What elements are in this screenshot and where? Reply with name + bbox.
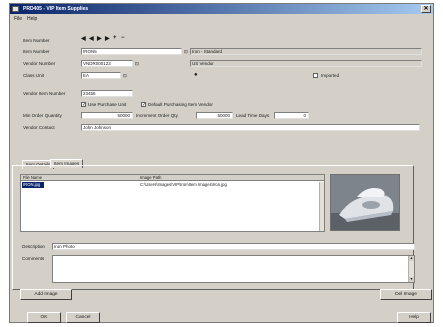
image-grid[interactable]: File Name Image Path IRON.jpg C:\Users\I… (20, 174, 325, 232)
use-purchase-unit-label: Use Purchase Unit (88, 102, 127, 107)
lead-time-field[interactable]: 0 (274, 112, 309, 119)
delete-record-icon[interactable]: − (121, 35, 125, 41)
menu-help[interactable]: Help (27, 16, 37, 22)
vendor-contact-field[interactable]: John Johnson (81, 124, 420, 131)
vendor-item-number-field[interactable]: 23456 (81, 90, 133, 97)
first-record-icon[interactable]: ◀ (81, 35, 86, 42)
add-image-button[interactable]: Add Image (20, 289, 72, 300)
navigation-label: Item Number (23, 38, 50, 43)
vendor-name-field: US Vendor (190, 60, 422, 67)
row-path-cell: C:\Users\Images\VIP\Iron\Item Images\Iro… (140, 182, 227, 187)
last-record-icon[interactable]: ▶ (105, 35, 110, 42)
vendor-number-field[interactable]: VNDR000123 (81, 60, 133, 67)
vendor-lookup-icon[interactable]: ⊡ (135, 61, 139, 67)
iron-image-icon (331, 175, 399, 230)
vendor-item-number-label: Vendor Item Number (23, 91, 66, 96)
delete-image-button[interactable]: Del Image (380, 289, 432, 300)
next-record-icon[interactable]: ▶ (97, 35, 102, 42)
class-lookup-icon[interactable]: ⊡ (123, 73, 127, 79)
comments-scrollbar[interactable]: ▲ ▼ (408, 256, 414, 282)
help-dot-icon: ● (194, 72, 198, 78)
comments-field[interactable]: ▲ ▼ (52, 255, 415, 283)
class-unit-label: Class Unit (23, 73, 44, 78)
title-bar: PRD405 - VIP Item Supplies ✕ (10, 4, 433, 14)
increment-qty-label: Increment Order Qty (136, 113, 178, 118)
item-description-field: Iron - Standard (190, 48, 422, 55)
min-order-qty-label: Min Order Quantity (23, 113, 62, 118)
menu-file[interactable]: File (14, 16, 22, 22)
table-row[interactable]: IRON.jpg C:\Users\Images\VIP\Iron\Item I… (21, 182, 324, 188)
increment-qty-field[interactable]: 50000 (196, 112, 233, 119)
scroll-down-icon[interactable]: ▼ (409, 277, 414, 282)
help-button[interactable]: Help (397, 312, 431, 323)
prev-record-icon[interactable]: ◀ (89, 35, 94, 42)
close-button[interactable]: ✕ (421, 5, 431, 13)
lead-time-label: Lead Time Days (236, 113, 270, 118)
description-label: Description (22, 244, 45, 249)
add-record-icon[interactable]: + (113, 35, 117, 41)
default-purchasing-label: Default Purchasing Item Vendor (148, 102, 213, 107)
default-purchasing-checkbox[interactable]: ✓ (141, 102, 146, 108)
min-order-qty-field[interactable]: 50000 (81, 112, 133, 119)
column-image-path[interactable]: Image Path (140, 175, 161, 181)
cancel-button[interactable]: Cancel (66, 312, 100, 323)
use-purchase-unit-checkbox[interactable]: ✓ (81, 102, 86, 108)
grid-header: File Name Image Path (21, 175, 324, 181)
description-field[interactable]: Iron Photo (52, 243, 415, 250)
menu-bar: File Help (10, 15, 433, 23)
item-photo (330, 174, 400, 231)
scroll-up-icon[interactable]: ▲ (409, 256, 414, 261)
window-title: PRD405 - VIP Item Supplies (23, 6, 89, 12)
ok-button[interactable]: OK (27, 312, 61, 323)
item-lookup-icon[interactable]: ⊡ (184, 49, 188, 55)
vendor-contact-label: Vendor Contact (23, 125, 55, 130)
imported-label: Imported (321, 73, 340, 78)
window-icon (12, 6, 19, 12)
row-file-cell[interactable]: IRON.jpg (22, 182, 44, 188)
class-unit-field[interactable]: EA (81, 72, 121, 79)
vendor-number-label: Vendor Number (23, 61, 56, 66)
item-number-label: Item Number (23, 49, 50, 54)
comments-label: Comments (22, 256, 45, 261)
imported-checkbox[interactable] (313, 73, 318, 78)
column-file-name[interactable]: File Name (23, 175, 42, 181)
item-number-field[interactable]: IRON5 (81, 48, 182, 55)
grid-scrollbar[interactable] (319, 182, 324, 231)
